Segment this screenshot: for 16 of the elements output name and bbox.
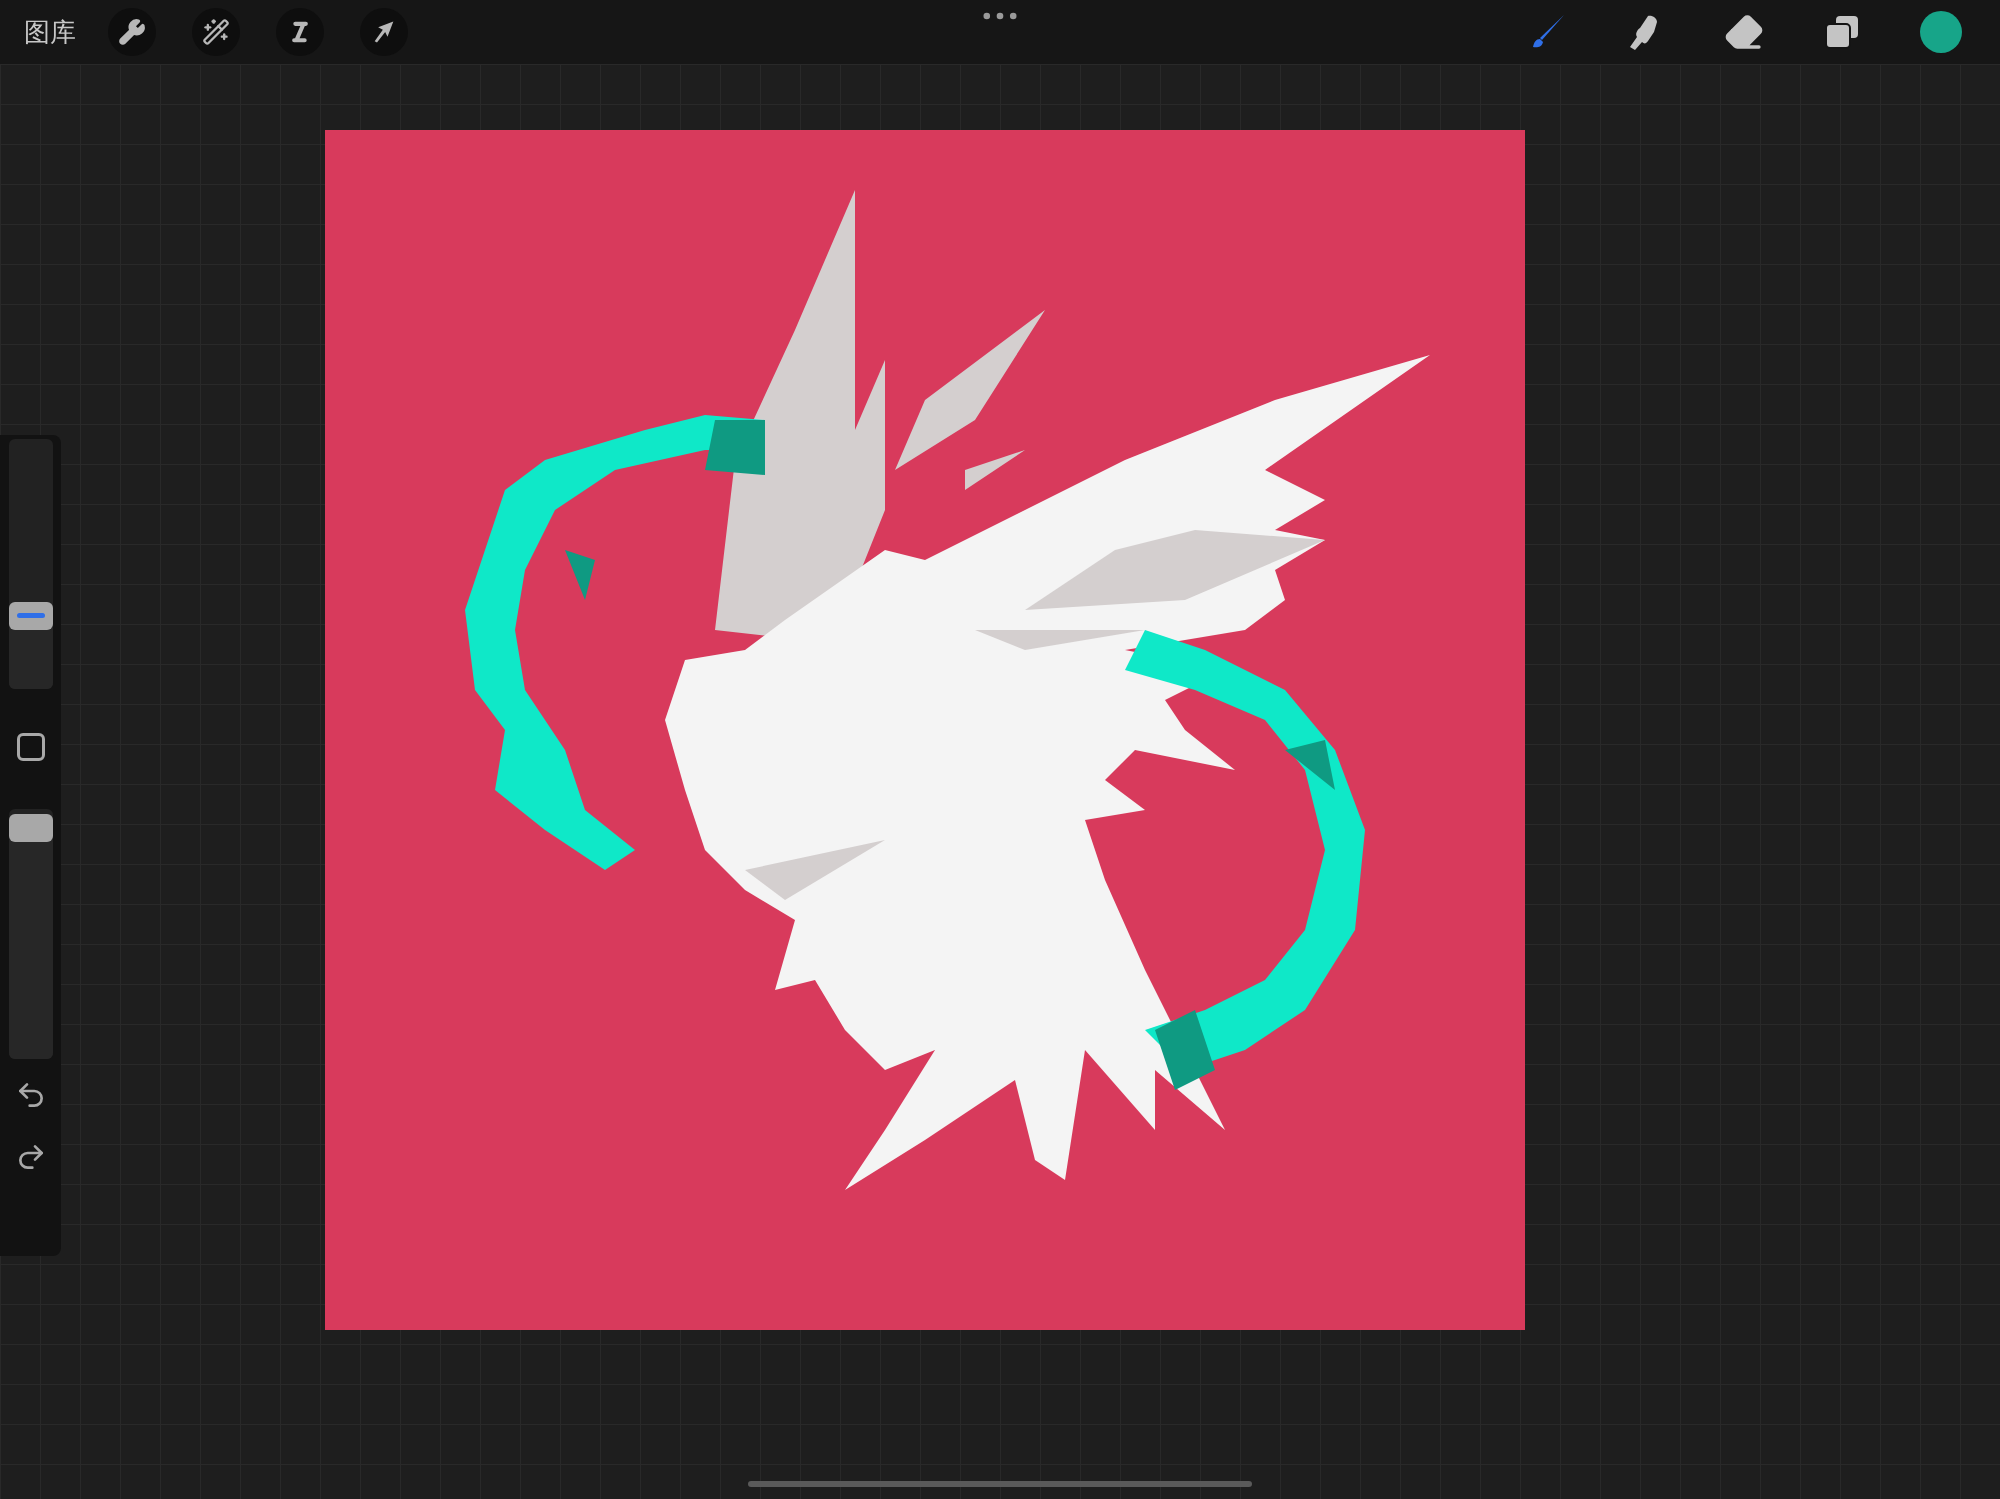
gallery-button[interactable]: 图库 <box>24 12 76 52</box>
magic-wand-icon <box>202 18 230 46</box>
tool-button[interactable] <box>108 8 156 56</box>
color-swatch[interactable] <box>1920 11 1962 53</box>
modify-button[interactable] <box>16 733 45 761</box>
brush-size-thumb[interactable] <box>8 601 53 630</box>
opacity-thumb[interactable] <box>8 814 53 842</box>
tool-button[interactable] <box>360 8 408 56</box>
eraser-icon <box>1724 12 1764 52</box>
indicator-icon <box>16 613 45 618</box>
tool-button[interactable] <box>276 8 324 56</box>
more-icon[interactable] <box>983 12 1017 20</box>
tool-button[interactable] <box>192 8 240 56</box>
wrench-icon <box>118 18 146 46</box>
brush-size-track[interactable] <box>8 439 53 689</box>
tool-button[interactable] <box>1724 12 1764 52</box>
